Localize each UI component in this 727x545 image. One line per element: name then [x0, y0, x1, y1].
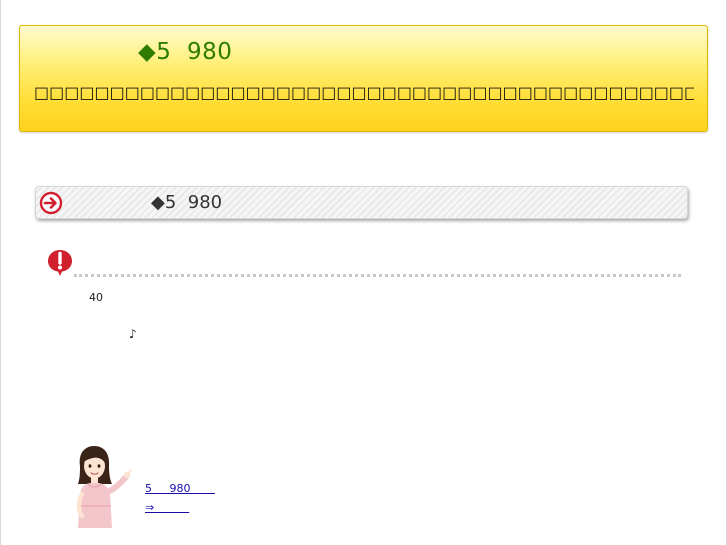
offer-link[interactable]: 5 980	[145, 482, 215, 495]
banner-text: □□□□□□□□□□□□□□□□□□□□□□□□□□□□□□□□□□□□□□□□…	[34, 83, 694, 102]
exclamation-icon	[48, 250, 72, 276]
dotted-divider	[74, 274, 681, 277]
circle-arrow-right-icon	[39, 191, 63, 215]
note-count: 40	[89, 291, 103, 304]
banner-title: ◆5 980	[138, 39, 233, 65]
detail-link[interactable]: ⇒	[145, 501, 189, 514]
header-banner: ◆5 980 □□□□□□□□□□□□□□□□□□□□□□□□□□□□□□□□□…	[19, 25, 708, 132]
note-music: ♪	[129, 327, 137, 341]
section-heading-bar: ◆5 980	[35, 186, 688, 219]
section-title: ◆5 980	[151, 192, 223, 213]
guide-woman-avatar	[76, 446, 132, 528]
